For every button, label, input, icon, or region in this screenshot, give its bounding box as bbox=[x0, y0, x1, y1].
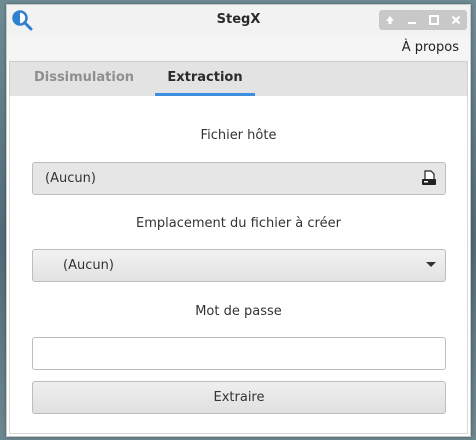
window-controls bbox=[379, 10, 467, 30]
maximize-button[interactable] bbox=[425, 11, 443, 29]
host-file-value: (Aucun) bbox=[45, 171, 96, 186]
arrow-up-icon bbox=[386, 16, 394, 24]
close-button[interactable] bbox=[447, 11, 465, 29]
tab-bar: Dissimulation Extraction bbox=[9, 61, 468, 97]
tab-dissimulation[interactable]: Dissimulation bbox=[24, 62, 144, 96]
output-location-label: Emplacement du fichier à créer bbox=[136, 216, 341, 231]
minimize-button[interactable] bbox=[403, 11, 421, 29]
host-file-label: Fichier hôte bbox=[200, 128, 277, 143]
tab-extraction[interactable]: Extraction bbox=[155, 62, 255, 96]
keep-above-button[interactable] bbox=[381, 11, 399, 29]
menu-item-apropos[interactable]: À propos bbox=[402, 40, 459, 55]
maximize-icon bbox=[429, 15, 439, 25]
app-window: StegX À propos Dissimulation Extraction … bbox=[6, 4, 471, 437]
close-icon bbox=[451, 15, 461, 25]
password-input[interactable] bbox=[32, 337, 446, 370]
menu-bar: À propos bbox=[7, 35, 470, 61]
password-label: Mot de passe bbox=[195, 304, 282, 319]
output-location-value: (Aucun) bbox=[63, 258, 114, 273]
open-file-icon bbox=[422, 170, 436, 185]
output-location-combo[interactable]: (Aucun) bbox=[32, 249, 446, 282]
extraction-panel: Fichier hôte (Aucun) Emplacement du fich… bbox=[9, 96, 468, 434]
title-bar[interactable]: StegX bbox=[7, 5, 470, 36]
extract-button[interactable]: Extraire bbox=[32, 381, 446, 414]
host-file-chooser[interactable]: (Aucun) bbox=[32, 162, 446, 195]
minimize-icon bbox=[408, 22, 416, 24]
chevron-down-icon bbox=[426, 262, 436, 267]
